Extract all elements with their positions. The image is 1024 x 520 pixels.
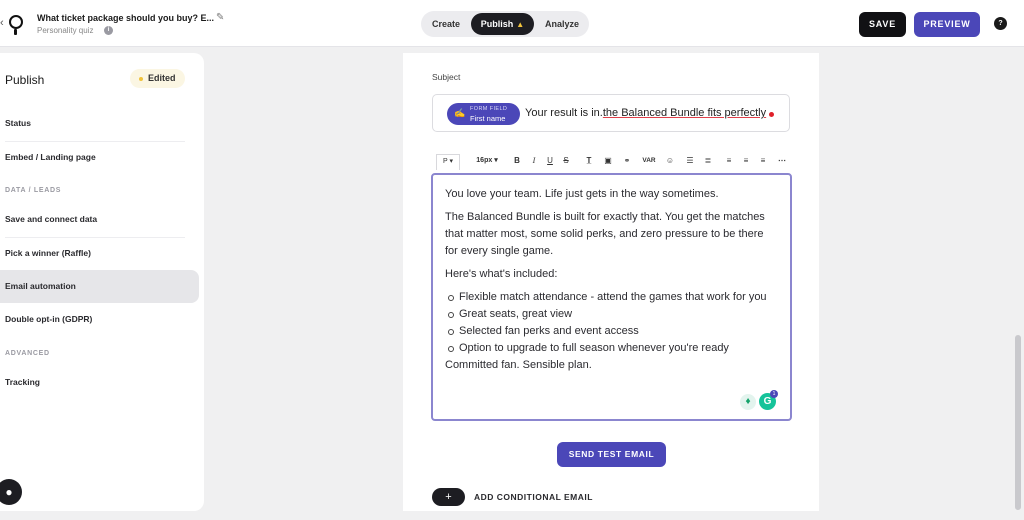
plus-icon[interactable]: + — [432, 488, 465, 506]
mode-tabs: Create Publish ▲ Analyze — [421, 11, 589, 37]
app-logo-stem — [14, 29, 17, 35]
help-chat-icon[interactable]: ? — [994, 17, 1007, 30]
form-field-chip[interactable]: ✍ FORM FIELD First name — [447, 103, 520, 125]
error-dot — [769, 112, 774, 117]
section-advanced: ADVANCED — [5, 350, 50, 357]
list-item: Flexible match attendance - attend the g… — [447, 289, 778, 306]
sidebar-title: Publish — [5, 73, 45, 87]
preview-button[interactable]: PREVIEW — [914, 12, 980, 37]
body-paragraph: Committed fan. Sensible plan. — [445, 359, 592, 371]
sidebar-item-double-optin[interactable]: Double opt-in (GDPR) — [0, 303, 199, 336]
emoji-icon[interactable]: ☺ — [664, 152, 676, 170]
strikethrough-button[interactable]: S — [561, 152, 571, 170]
lightbulb-icon[interactable]: ♦ — [740, 394, 756, 410]
add-conditional-email-label[interactable]: ADD CONDITIONAL EMAIL — [474, 492, 593, 502]
sidebar-item-email-automation[interactable]: Email automation — [0, 270, 199, 303]
warning-icon: ▲ — [516, 20, 525, 29]
chip-field-name: First name — [470, 114, 506, 123]
status-dot — [139, 76, 143, 81]
status-badge-label: Edited — [148, 73, 176, 83]
align-center-icon[interactable]: ≡ — [740, 152, 752, 170]
quiz-type: Personality quiz — [37, 26, 94, 35]
align-left-icon[interactable]: ≡ — [723, 152, 735, 170]
list-item: Great seats, great view — [447, 306, 778, 323]
paragraph-select[interactable]: P ▾ — [436, 154, 460, 170]
list-item: Option to upgrade to full season wheneve… — [447, 340, 778, 357]
body-paragraph: The Balanced Bundle is built for exactly… — [445, 211, 765, 257]
more-icon[interactable]: ⋯ — [775, 152, 789, 170]
top-bar: ‹ What ticket package should you buy? E.… — [0, 0, 1024, 47]
italic-button[interactable]: I — [529, 152, 539, 170]
email-body-editor[interactable]: You love your team. Life just gets in th… — [431, 173, 792, 421]
info-icon[interactable]: i — [104, 26, 113, 35]
app-logo[interactable] — [9, 15, 23, 29]
save-button[interactable]: SAVE — [859, 12, 906, 37]
sidebar-item-status[interactable]: Status — [0, 107, 199, 140]
section-data-leads: DATA / LEADS — [5, 187, 62, 194]
subject-suffix: the Balanced Bundle fits perfectly — [602, 107, 767, 119]
variable-button[interactable]: VAR — [640, 152, 658, 170]
add-conditional-email[interactable]: + ADD CONDITIONAL EMAIL — [432, 488, 632, 506]
link-icon[interactable]: ⚭ — [621, 152, 633, 170]
font-size-select[interactable]: 16px ▾ — [470, 152, 504, 170]
paragraph-select-label: P — [442, 158, 448, 165]
pencil-icon[interactable]: ✎ — [216, 12, 224, 23]
status-badge: Edited — [130, 69, 185, 88]
chip-type-label: FORM FIELD — [470, 106, 508, 112]
underline-button[interactable]: U — [545, 152, 555, 170]
image-icon[interactable]: ▣ — [602, 152, 614, 170]
list-item: Selected fan perks and event access — [447, 323, 778, 340]
included-list: Flexible match attendance - attend the g… — [447, 289, 778, 357]
subject-prefix: Your result is in. — [525, 107, 603, 119]
bold-button[interactable]: B — [512, 152, 522, 170]
subject-label: Subject — [432, 72, 461, 82]
sidebar: Publish Edited Status Embed / Landing pa… — [0, 53, 204, 511]
sidebar-item-tracking[interactable]: Tracking — [0, 366, 199, 399]
tab-publish-label: Publish — [480, 19, 514, 29]
editor-toolbar: P ▾ 16px ▾ B I U S T̲ ▣ ⚭ VAR ☺ ☰ ≣ ≡ ≡ … — [432, 152, 792, 170]
body-paragraph: You love your team. Life just gets in th… — [445, 188, 719, 200]
chevron-left-icon[interactable]: ‹ — [0, 17, 4, 29]
align-right-icon[interactable]: ≡ — [757, 152, 769, 170]
scrollbar-thumb[interactable] — [1015, 335, 1021, 510]
sidebar-item-embed[interactable]: Embed / Landing page — [0, 141, 199, 174]
bullet-list-icon[interactable]: ☰ — [684, 152, 696, 170]
grammarly-count-badge: 1 — [770, 390, 778, 398]
font-size-select-label: 16px — [476, 157, 493, 164]
form-field-icon: ✍ — [454, 108, 466, 118]
body-paragraph: Here's what's included: — [445, 268, 558, 280]
tab-publish[interactable]: Publish ▲ — [471, 13, 534, 35]
tab-create[interactable]: Create — [425, 13, 467, 35]
tab-analyze[interactable]: Analyze — [539, 13, 585, 35]
numbered-list-icon[interactable]: ≣ — [702, 152, 714, 170]
subject-text: Your result is in.the Balanced Bundle fi… — [525, 107, 766, 119]
send-test-email-button[interactable]: SEND TEST EMAIL — [557, 442, 666, 467]
sidebar-item-raffle[interactable]: Pick a winner (Raffle) — [0, 237, 199, 270]
quiz-title[interactable]: What ticket package should you buy? E... — [37, 13, 214, 23]
subject-input[interactable]: ✍ FORM FIELD First name Your result is i… — [432, 94, 790, 132]
clear-format-icon[interactable]: T̲ — [583, 152, 595, 170]
sidebar-item-save-data[interactable]: Save and connect data — [0, 203, 199, 236]
